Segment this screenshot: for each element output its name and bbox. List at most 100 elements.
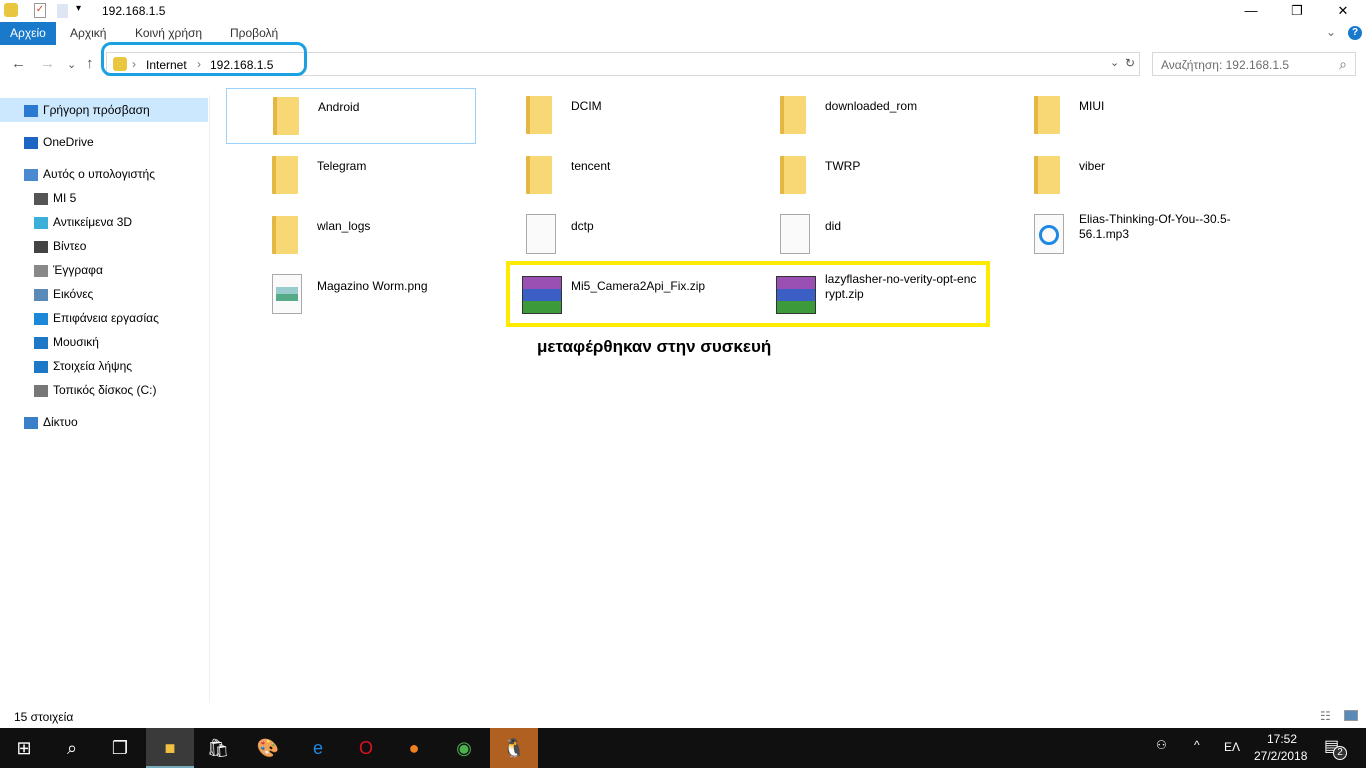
sidebar-item-12[interactable]: Δίκτυο: [0, 410, 208, 434]
tab-file[interactable]: Αρχείο: [0, 22, 56, 45]
help-icon[interactable]: ?: [1348, 26, 1362, 40]
sidebar-item-1[interactable]: OneDrive: [0, 130, 208, 154]
sidebar-item-6[interactable]: Έγγραφα: [0, 258, 208, 282]
file-item-file[interactable]: did: [734, 208, 984, 264]
forward-button[interactable]: →: [40, 55, 55, 72]
file-item-image[interactable]: Magazino Worm.png: [226, 268, 476, 324]
sidebar-item-11[interactable]: Τοπικός δίσκος (C:): [0, 378, 208, 402]
sidebar-item-2[interactable]: Αυτός ο υπολογιστής: [0, 162, 208, 186]
language-indicator[interactable]: ΕΛ: [1224, 740, 1240, 754]
refresh-button[interactable]: ↻: [1125, 56, 1135, 70]
sidebar-item-label: Γρήγορη πρόσβαση: [43, 103, 150, 117]
folder-icon: [780, 156, 806, 194]
file-item-folder[interactable]: tencent: [480, 148, 730, 204]
task-view-icon[interactable]: ❐: [96, 728, 144, 768]
file-item-folder[interactable]: MIUI: [988, 88, 1238, 144]
download-icon: [34, 360, 48, 373]
sidebar-item-5[interactable]: Βίντεο: [0, 234, 208, 258]
clock-date[interactable]: 27/2/2018: [1254, 749, 1307, 763]
search-placeholder: Αναζήτηση: 192.168.1.5: [1161, 58, 1290, 72]
computer-icon: [24, 168, 38, 181]
clock-time[interactable]: 17:52: [1267, 732, 1297, 746]
minimize-button[interactable]: —: [1228, 0, 1274, 22]
close-button[interactable]: ✕: [1320, 0, 1366, 22]
properties-icon[interactable]: ✓: [34, 3, 46, 18]
sidebar-item-label: Δίκτυο: [43, 415, 78, 429]
file-name: Elias-Thinking-Of-You--30.5-56.1.mp3: [1079, 212, 1231, 241]
sidebar-item-label: MI 5: [53, 191, 77, 205]
cloud-icon: [24, 136, 38, 149]
file-name: did: [825, 219, 842, 233]
file-name: wlan_logs: [317, 219, 371, 233]
sidebar-item-9[interactable]: Μουσική: [0, 330, 208, 354]
recent-locations-button[interactable]: ⌄: [67, 58, 76, 71]
quick-access-dropdown-icon[interactable]: ▾: [76, 3, 81, 14]
sidebar-item-label: Μουσική: [53, 335, 99, 349]
edge-icon[interactable]: e: [294, 728, 342, 768]
file-name: Magazino Worm.png: [317, 279, 428, 293]
music-icon: [34, 336, 48, 349]
sidebar-item-label: Έγγραφα: [53, 263, 103, 277]
folder-icon: [272, 156, 298, 194]
address-dropdown-icon[interactable]: ⌄: [1110, 56, 1119, 69]
taskbar: ⊞ ⌕ ❐ ■ 🛍 🎨 e O ● ◉ 🐧 ⚇ ^ ΕΛ 17:52 27/2/…: [0, 728, 1366, 768]
file-item-folder[interactable]: downloaded_rom: [734, 88, 984, 144]
sidebar-item-0[interactable]: Γρήγορη πρόσβαση: [0, 98, 208, 122]
zip-highlight-annotation: [506, 261, 990, 327]
new-folder-icon[interactable]: [57, 4, 68, 18]
file-item-folder[interactable]: TWRP: [734, 148, 984, 204]
image-file-icon: [272, 274, 302, 314]
folder-icon: [526, 96, 552, 134]
file-name: TWRP: [825, 159, 861, 173]
file-explorer-icon[interactable]: ■: [146, 728, 194, 768]
paint-icon[interactable]: 🎨: [244, 728, 292, 768]
star-icon: [24, 104, 38, 117]
file-icon: [780, 214, 810, 254]
ribbon-collapse-icon[interactable]: ⌄: [1326, 25, 1336, 39]
qq-icon[interactable]: 🐧: [490, 728, 538, 768]
file-item-folder[interactable]: Telegram: [226, 148, 476, 204]
sidebar-item-label: Αντικείμενα 3D: [53, 215, 133, 229]
file-item-folder[interactable]: Android: [226, 88, 476, 144]
file-name: Android: [318, 100, 360, 114]
search-icon[interactable]: ⌕: [48, 728, 96, 768]
annotation-text: μεταφέρθηκαν στην συσκευή: [537, 337, 772, 356]
search-input[interactable]: Αναζήτηση: 192.168.1.5 ⌕: [1152, 52, 1356, 76]
up-button[interactable]: ↑: [86, 55, 94, 72]
back-button[interactable]: ←: [11, 55, 26, 72]
search-icon[interactable]: ⌕: [1339, 56, 1347, 73]
file-name: downloaded_rom: [825, 99, 918, 113]
file-name: DCIM: [571, 99, 602, 113]
address-highlight-annotation: [101, 42, 307, 76]
start-windows-icon[interactable]: ⊞: [0, 728, 48, 768]
file-item-file[interactable]: dctp: [480, 208, 730, 264]
sidebar-item-8[interactable]: Επιφάνεια εργασίας: [0, 306, 208, 330]
audio-file-icon: [1034, 214, 1064, 254]
film-icon: [34, 240, 48, 253]
status-item-count: 15 στοιχεία: [14, 710, 74, 724]
chrome-icon[interactable]: ◉: [440, 728, 488, 768]
network-globe-icon: [4, 3, 18, 17]
file-item-folder[interactable]: wlan_logs: [226, 208, 476, 264]
maximize-button[interactable]: ❐: [1274, 0, 1320, 22]
folder-icon: [1034, 96, 1060, 134]
file-item-folder[interactable]: viber: [988, 148, 1238, 204]
opera-icon[interactable]: O: [342, 728, 390, 768]
people-icon[interactable]: ⚇: [1156, 738, 1167, 752]
firefox-icon[interactable]: ●: [390, 728, 438, 768]
sidebar-item-4[interactable]: Αντικείμενα 3D: [0, 210, 208, 234]
file-item-folder[interactable]: DCIM: [480, 88, 730, 144]
details-view-icon[interactable]: ☷: [1320, 709, 1331, 723]
store-icon[interactable]: 🛍: [194, 728, 242, 768]
sidebar-item-3[interactable]: MI 5: [0, 186, 208, 210]
sidebar-item-10[interactable]: Στοιχεία λήψης: [0, 354, 208, 378]
file-name: Telegram: [317, 159, 367, 173]
show-hidden-icons[interactable]: ^: [1194, 738, 1200, 752]
file-item-mp3[interactable]: Elias-Thinking-Of-You--30.5-56.1.mp3: [988, 208, 1238, 264]
sidebar-item-7[interactable]: Εικόνες: [0, 282, 208, 306]
navigation-bar: ← → ⌄ ↑ › Internet › 192.168.1.5 ⌄ ↻ Ανα…: [0, 42, 1366, 78]
notification-count: 2: [1333, 746, 1347, 760]
large-icons-view-icon[interactable]: [1344, 710, 1358, 721]
drive-icon: [34, 384, 48, 397]
folder-icon: [1034, 156, 1060, 194]
